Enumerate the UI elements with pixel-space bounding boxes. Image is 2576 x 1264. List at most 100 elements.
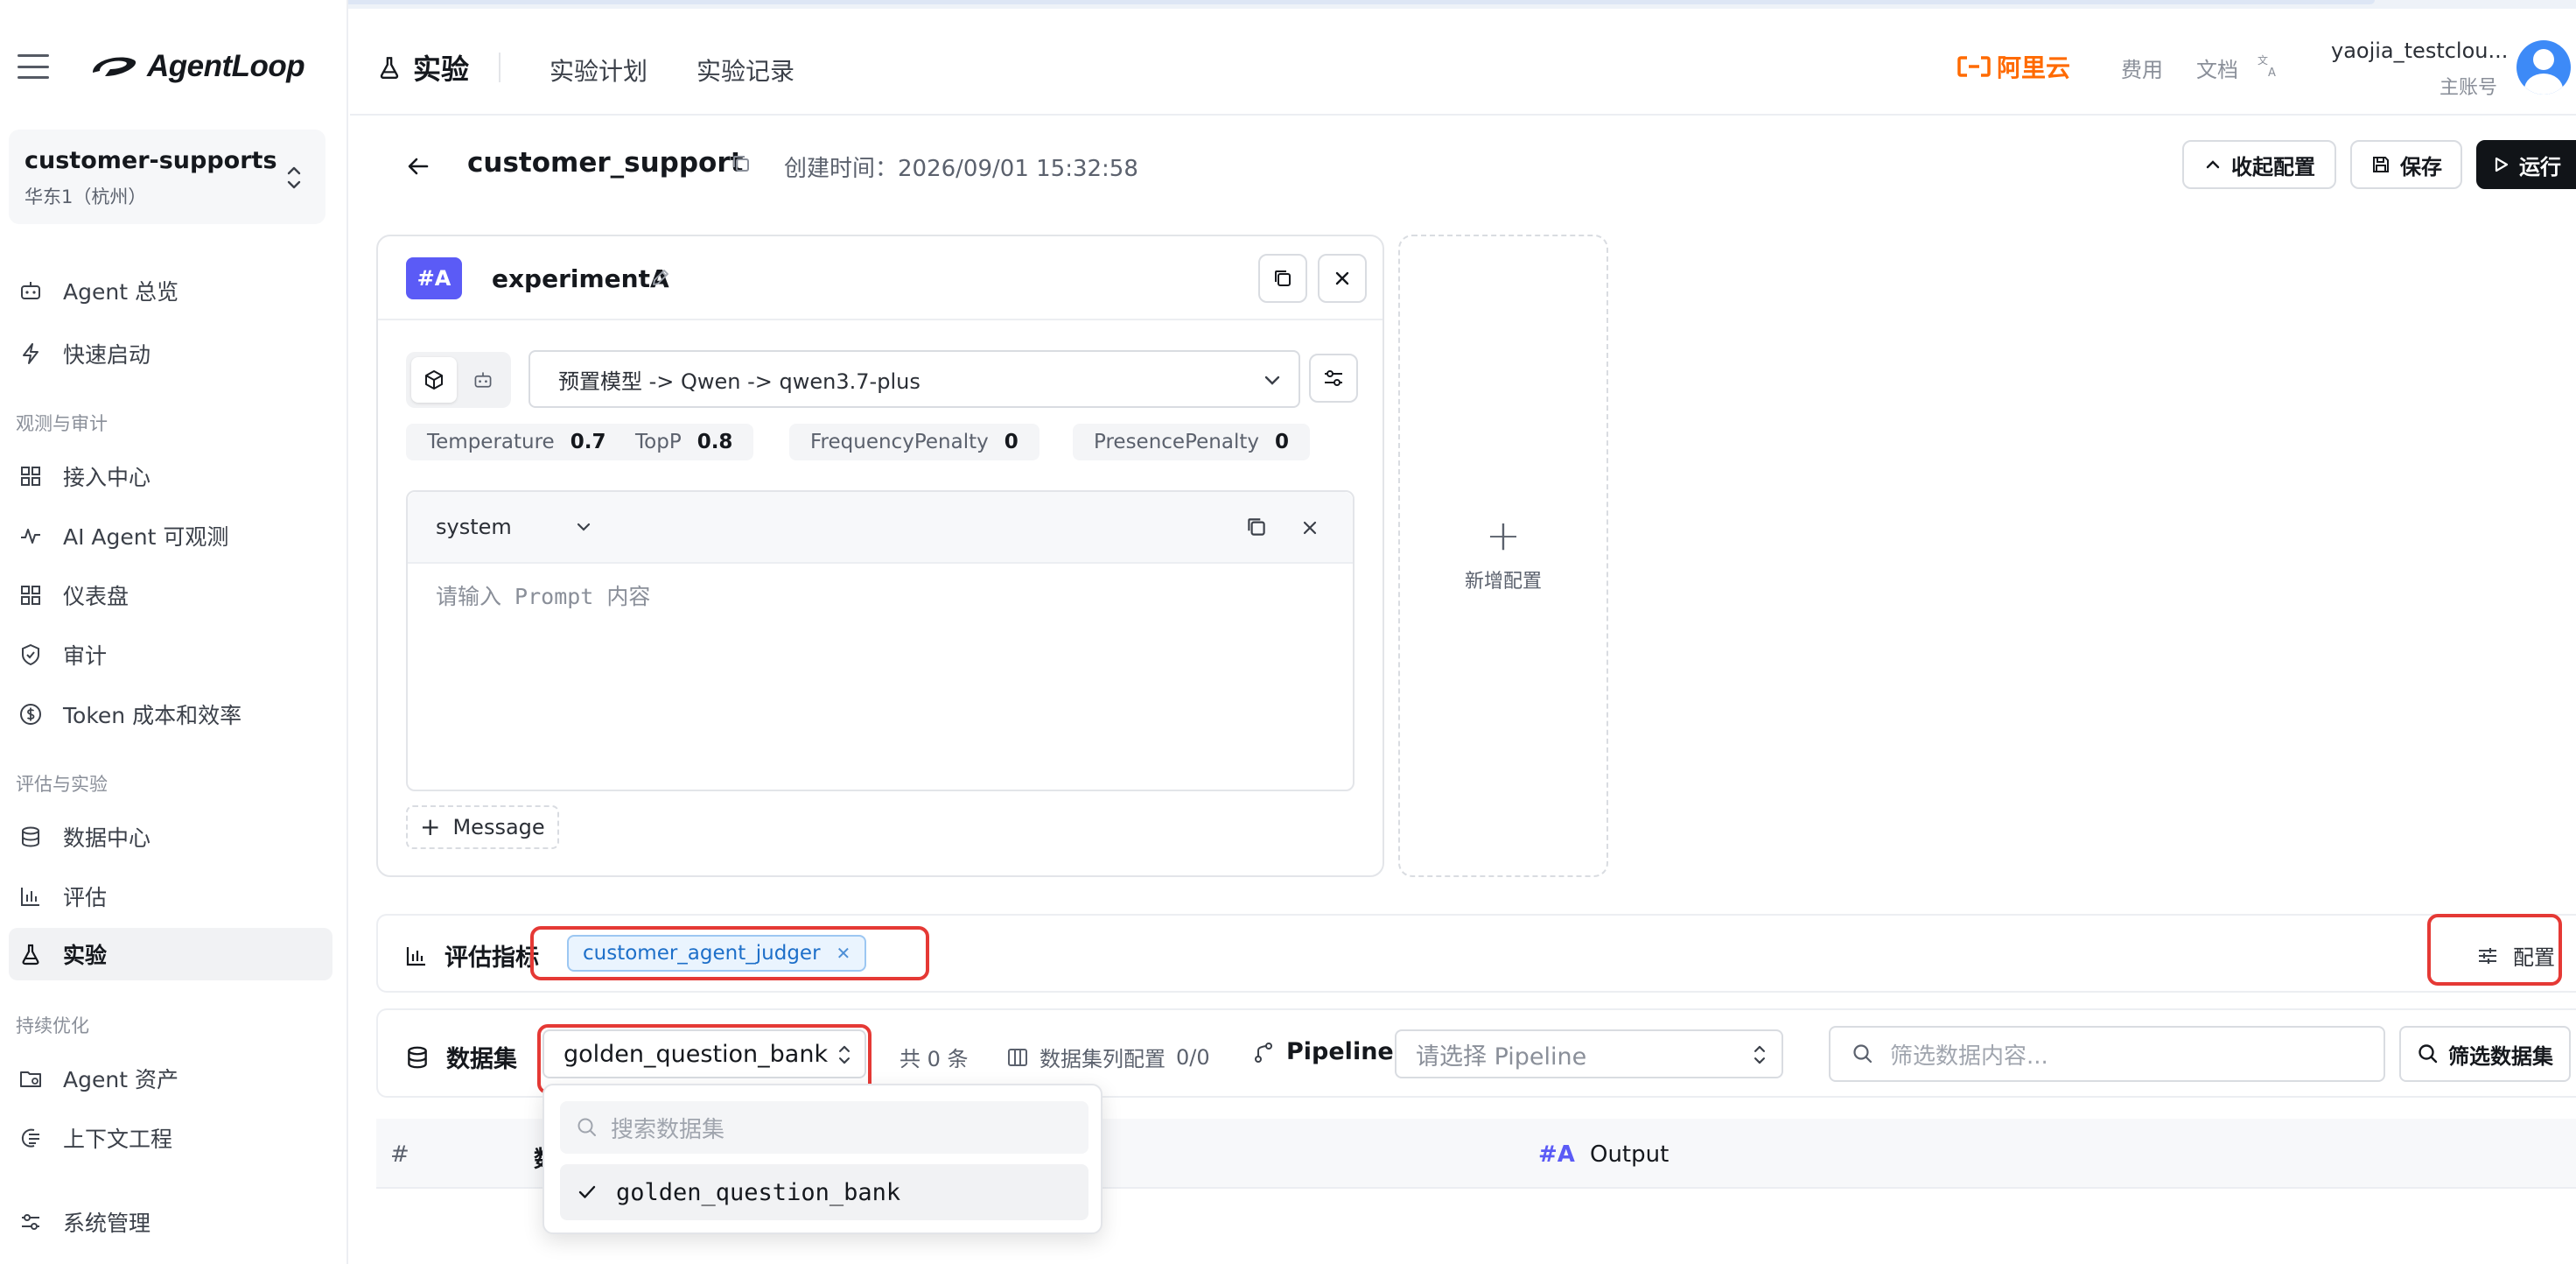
svg-text:A: A	[2268, 67, 2276, 79]
check-icon	[578, 1185, 596, 1198]
run-button[interactable]: 运行	[2476, 140, 2576, 189]
workspace-name: customer-supports	[24, 147, 277, 174]
metrics-label-text: 评估指标	[444, 944, 539, 972]
dataset-column-config[interactable]: 数据集列配置 0/0	[1006, 1042, 1210, 1072]
sidebar-item-token-cost[interactable]: Token 成本和效率	[9, 688, 332, 741]
dropdown-option-label: golden_question_bank	[616, 1178, 901, 1206]
user-role: 主账号	[2440, 77, 2498, 99]
sidebar-item-label: 接入中心	[63, 465, 151, 490]
sidebar-item-audit[interactable]: 审计	[9, 628, 332, 681]
sidebar-item-label: 快速启动	[63, 342, 151, 368]
dropdown-search-placeholder: 搜索数据集	[611, 1116, 725, 1143]
sidebar-item-label: 审计	[63, 643, 108, 669]
language-icon[interactable]: 文 A	[2256, 53, 2282, 79]
tab-experiment-records[interactable]: 实验记录	[696, 53, 794, 88]
tab-experiment-plan[interactable]: 实验计划	[550, 53, 648, 88]
param-name: PresencePenalty	[1094, 431, 1259, 453]
column-index: #	[390, 1141, 410, 1168]
workspace-switcher[interactable]: customer-supports 华东1（杭州）	[9, 130, 326, 224]
close-experiment-button[interactable]	[1318, 254, 1367, 303]
model-select[interactable]: 预置模型 -> Qwen -> qwen3.7-plus	[528, 350, 1300, 408]
model-params-button[interactable]	[1309, 354, 1358, 403]
edit-icon[interactable]	[649, 266, 672, 289]
experiment-card: #A experimentA 预置模型 -> Qwen -> qwen3.7-p…	[376, 235, 1384, 877]
plus-icon: +	[1485, 511, 1522, 560]
prompt-message-header: system	[408, 492, 1353, 564]
role-select[interactable]: system	[436, 515, 594, 539]
column-output: #A Output	[1538, 1141, 1669, 1168]
duplicate-experiment-button[interactable]	[1258, 254, 1307, 303]
dataset-search-input[interactable]: 筛选数据内容...	[1829, 1026, 2385, 1082]
sidebar-item-label: 上下文工程	[63, 1127, 173, 1152]
copy-icon[interactable]	[730, 152, 752, 175]
database-icon	[18, 824, 44, 850]
dropdown-option[interactable]: golden_question_bank	[560, 1164, 1088, 1220]
sidebar-item-evaluate[interactable]: 评估	[9, 870, 332, 923]
browser-top-strip	[0, 0, 2576, 9]
metric-tag[interactable]: customer_agent_judger ✕	[567, 935, 867, 972]
model-mode-option[interactable]	[411, 357, 457, 403]
flask-icon	[18, 941, 44, 967]
page-title: 实验	[376, 47, 469, 88]
billing-link[interactable]: 费用	[2121, 53, 2163, 83]
sidebar-item-observability[interactable]: AI Agent 可观测	[9, 509, 332, 562]
param-temperature: Temperature 0.7	[406, 424, 627, 460]
sidebar-item-label: 系统管理	[63, 1211, 151, 1236]
close-icon[interactable]	[1300, 518, 1320, 537]
prompt-input[interactable]: 请输入 Prompt 内容	[436, 579, 650, 611]
param-value: 0.7	[570, 431, 606, 453]
filter-dataset-button[interactable]: 筛选数据集	[2399, 1026, 2571, 1082]
aliyun-brand[interactable]: 阿里云	[1956, 49, 2070, 84]
sidebar-item-label: 数据中心	[63, 825, 151, 851]
sidebar-item-label: AI Agent 可观测	[63, 524, 229, 550]
avatar[interactable]	[2516, 40, 2571, 95]
chevron-up-down-icon	[287, 166, 301, 189]
folder-icon	[18, 1065, 44, 1092]
sidebar-item-label: Token 成本和效率	[63, 703, 242, 728]
remove-tag-icon[interactable]: ✕	[836, 943, 851, 964]
sidebar-item-context-engineering[interactable]: 上下文工程	[9, 1112, 332, 1164]
user-name[interactable]: yaojia_testclou...	[2331, 39, 2508, 63]
sidebar-item-quick-start[interactable]: 快速启动	[9, 327, 332, 380]
aliyun-brand-text: 阿里云	[1997, 53, 2071, 82]
metrics-config-button[interactable]: 配置	[2476, 940, 2555, 971]
dataset-select[interactable]: golden_question_bank	[542, 1029, 866, 1078]
save-label: 保存	[2400, 154, 2442, 179]
workspace-region: 华东1（杭州）	[24, 186, 147, 207]
sidebar-item-integration[interactable]: 接入中心	[9, 450, 332, 502]
svg-text:文: 文	[2258, 53, 2268, 67]
sidebar-item-agent-overview[interactable]: Agent 总览	[9, 264, 332, 317]
dataset-search-placeholder: 筛选数据内容...	[1890, 1043, 2048, 1070]
sidebar-item-label: 仪表盘	[63, 584, 130, 609]
pipeline-select[interactable]: 请选择 Pipeline	[1395, 1029, 1783, 1078]
nav-group-evaluate: 评估与实验	[16, 774, 108, 795]
bar-chart-icon	[18, 883, 44, 909]
param-frequency-penalty: FrequencyPenalty 0	[789, 424, 1040, 460]
menu-icon[interactable]	[18, 54, 49, 79]
dropdown-search-input[interactable]: 搜索数据集	[560, 1101, 1088, 1154]
param-value: 0.8	[696, 431, 733, 453]
prompt-message-block: system 请输入 Prompt 内容	[406, 490, 1354, 791]
sidebar-item-dashboard[interactable]: 仪表盘	[9, 569, 332, 621]
back-arrow-icon[interactable]	[404, 152, 432, 180]
bolt-icon	[18, 341, 44, 367]
collapse-config-button[interactable]: 收起配置	[2182, 140, 2336, 189]
agent-mode-option[interactable]	[460, 357, 506, 403]
bar-chart-icon	[406, 946, 425, 966]
app-logo[interactable]: AgentLoop	[88, 49, 305, 84]
search-icon	[1853, 1044, 1872, 1064]
sidebar-item-system-settings[interactable]: 系统管理	[9, 1196, 332, 1248]
chevron-down-icon	[1264, 376, 1280, 385]
pipeline-label-text: Pipeline	[1286, 1038, 1394, 1065]
settings-sliders-icon	[18, 1209, 44, 1235]
chevron-up-down-icon	[838, 1045, 850, 1064]
add-config-card[interactable]: + 新增配置	[1398, 235, 1608, 877]
pipeline-label: Pipeline	[1251, 1038, 1394, 1065]
copy-icon[interactable]	[1244, 515, 1269, 539]
sidebar-item-experiment[interactable]: 实验	[9, 928, 332, 980]
save-button[interactable]: 保存	[2350, 140, 2462, 189]
docs-link[interactable]: 文档	[2196, 53, 2238, 83]
add-message-button[interactable]: + Message	[406, 805, 559, 849]
sidebar-item-data-center[interactable]: 数据中心	[9, 811, 332, 863]
sidebar-item-agent-assets[interactable]: Agent 资产	[9, 1052, 332, 1105]
